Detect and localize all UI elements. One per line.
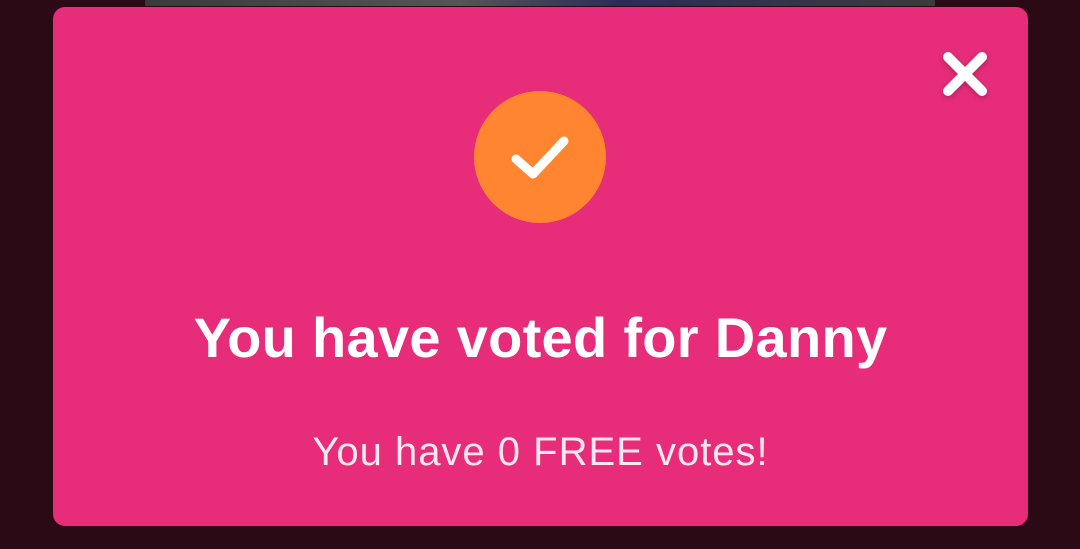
dialog-title: You have voted for Danny: [193, 306, 888, 369]
close-icon: [943, 52, 987, 96]
close-button[interactable]: [934, 43, 996, 105]
vote-confirmation-dialog: You have voted for Danny You have 0 FREE…: [53, 7, 1028, 526]
checkmark-icon: [511, 136, 569, 179]
free-votes-message: You have 0 FREE votes!: [312, 430, 769, 474]
background-content: [145, 0, 935, 6]
success-badge: [474, 91, 606, 223]
